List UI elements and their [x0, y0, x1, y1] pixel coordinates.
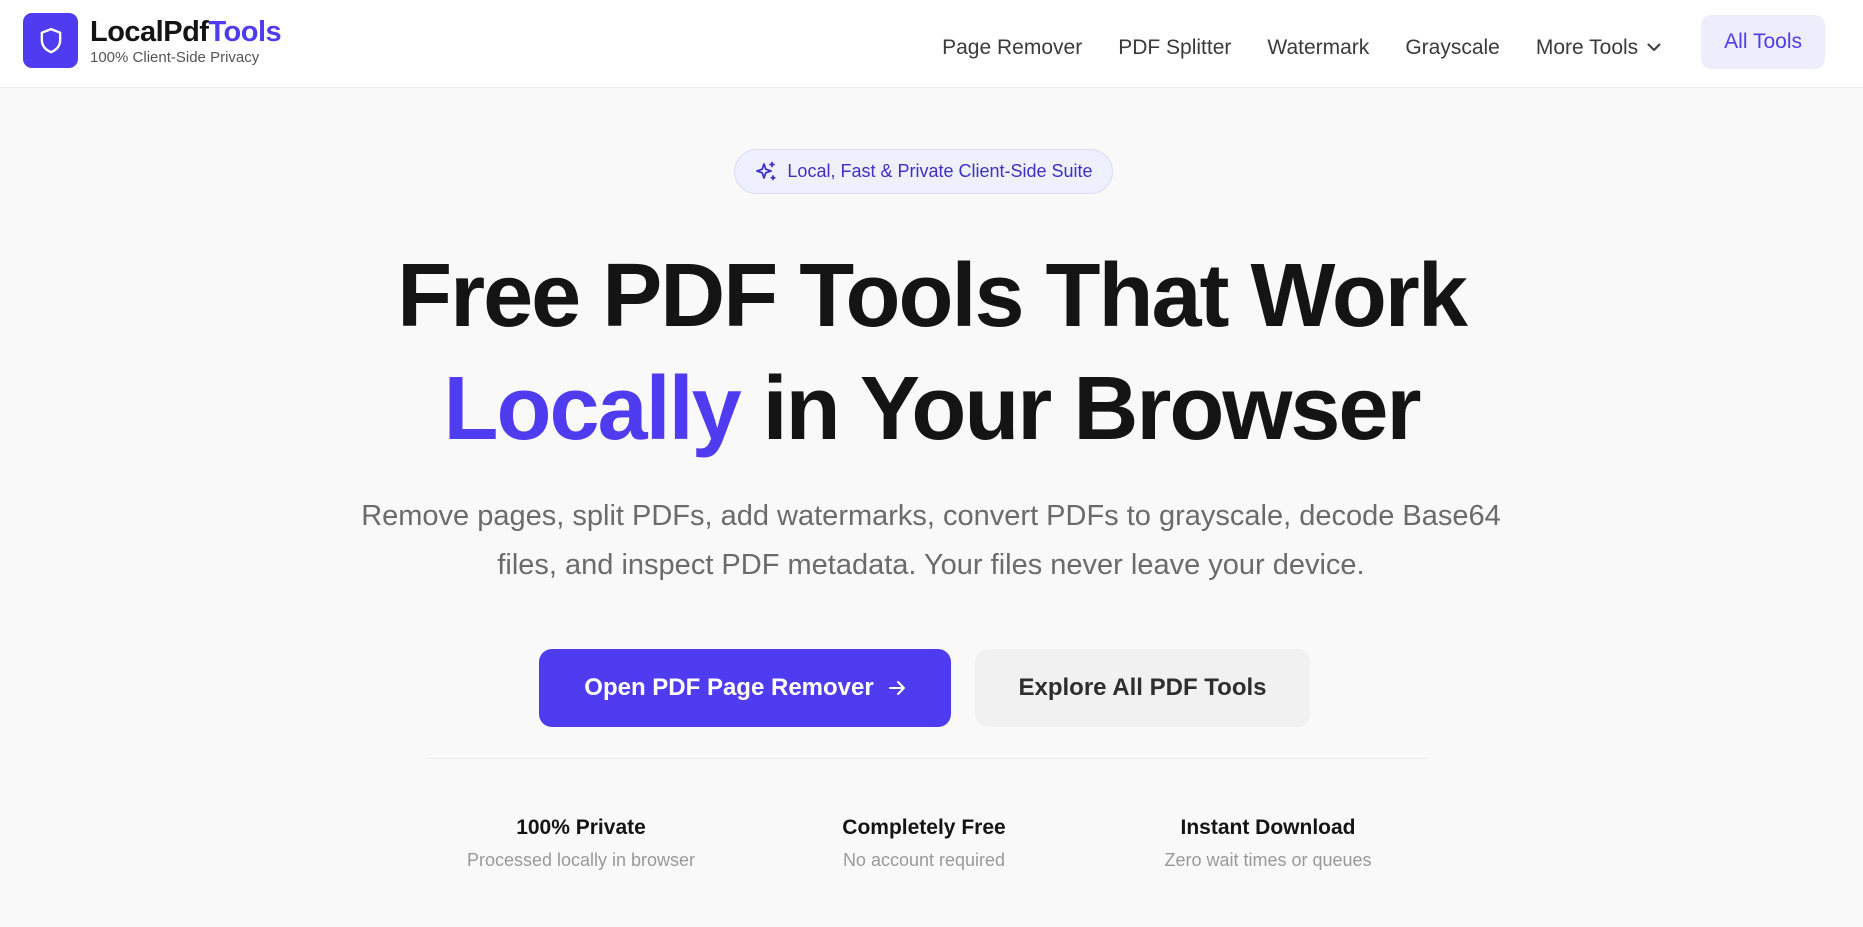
feature-description: No account required: [842, 850, 1006, 870]
brand-tagline: 100% Client-Side Privacy: [90, 48, 260, 66]
feature-description: Processed locally in browser: [466, 850, 696, 870]
hero-title-highlight: Locally: [443, 359, 742, 459]
nav-link-pdf-splitter[interactable]: PDF Splitter: [1118, 32, 1231, 64]
brand-name-part2: Tools: [208, 15, 282, 48]
hero-title-line1: Free PDF Tools That Work: [397, 246, 1468, 346]
chevron-down-icon: [1647, 43, 1661, 51]
hero-badge: Local, Fast & Private Client-Side Suite: [734, 149, 1113, 194]
hero-subtitle: Remove pages, split PDFs, add watermarks…: [361, 500, 1501, 581]
open-page-remover-button[interactable]: Open PDF Page Remover: [539, 649, 951, 727]
feature-instant-download: Instant Download Zero wait times or queu…: [1118, 814, 1418, 871]
logo-text: LocalPdfTools 100% Client-Side Privacy: [90, 15, 282, 66]
section-divider: [426, 758, 1426, 759]
nav-link-page-remover[interactable]: Page Remover: [942, 32, 1082, 64]
logo-badge: [23, 13, 78, 68]
nav-link-grayscale[interactable]: Grayscale: [1405, 32, 1500, 64]
feature-title: Instant Download: [1180, 816, 1356, 839]
feature-title: Completely Free: [842, 816, 1006, 839]
all-tools-button[interactable]: All Tools: [1701, 15, 1825, 69]
brand-name-part1: LocalPdf: [90, 15, 209, 48]
main-nav: Page Remover PDF Splitter Watermark Gray…: [942, 15, 1825, 69]
logo-link[interactable]: LocalPdfTools 100% Client-Side Privacy: [23, 13, 282, 68]
hero-title: Free PDF Tools That Work Locally in Your…: [0, 240, 1863, 466]
brand-name: LocalPdfTools: [90, 15, 282, 48]
more-tools-label: More Tools: [1535, 35, 1639, 59]
feature-free: Completely Free No account required: [774, 814, 1074, 871]
hero-badge-text: Local, Fast & Private Client-Side Suite: [787, 161, 1093, 181]
shield-icon: [40, 27, 61, 53]
arrow-right-icon: [888, 681, 905, 695]
hero-title-line2: in Your Browser: [739, 359, 1422, 459]
more-tools-dropdown[interactable]: More Tools: [1536, 32, 1661, 64]
explore-all-tools-button[interactable]: Explore All PDF Tools: [975, 649, 1310, 727]
feature-private: 100% Private Processed locally in browse…: [431, 814, 731, 871]
nav-link-watermark[interactable]: Watermark: [1267, 32, 1369, 64]
sparkles-icon: [756, 161, 777, 180]
feature-title: 100% Private: [516, 816, 646, 839]
top-navigation-bar: LocalPdfTools 100% Client-Side Privacy P…: [0, 0, 1863, 88]
feature-description: Zero wait times or queues: [1164, 850, 1372, 870]
open-page-remover-label: Open PDF Page Remover: [584, 674, 874, 701]
